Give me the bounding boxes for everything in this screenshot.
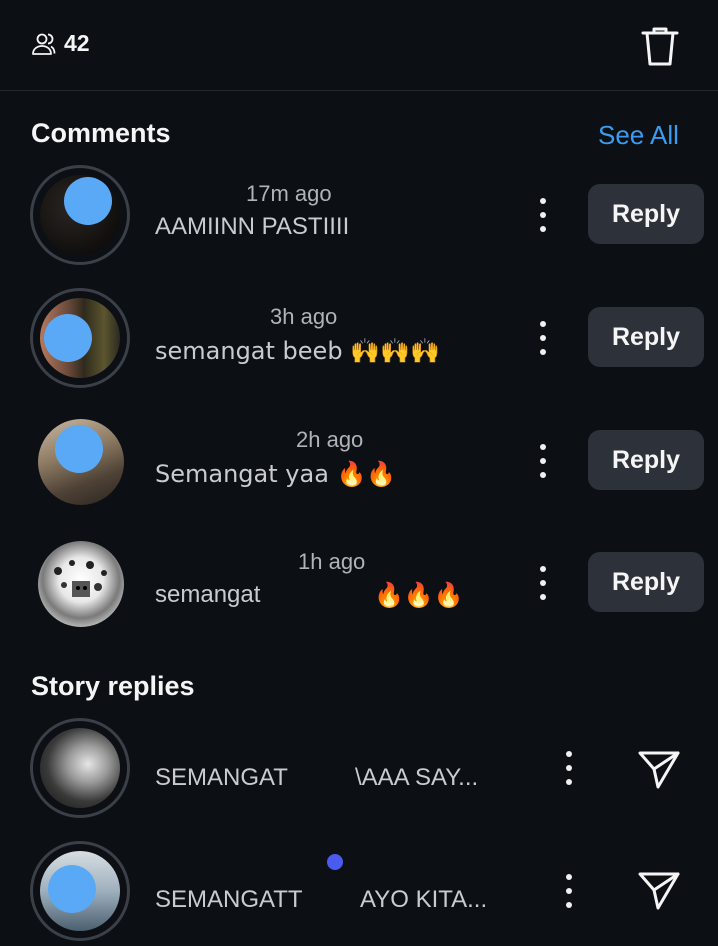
- viewer-count: 42: [64, 30, 90, 56]
- more-options-icon[interactable]: [538, 321, 548, 355]
- avatar[interactable]: [30, 165, 130, 265]
- avatar[interactable]: [30, 288, 130, 388]
- comment-time: 3h ago: [270, 304, 338, 329]
- story-reply-row: SEMANGAT \AAA SAY...: [0, 713, 718, 823]
- story-reply-text-continued: \AAA SAY...: [355, 764, 479, 791]
- story-reply-text-continued: AYO KITA...: [360, 886, 488, 913]
- avatar[interactable]: [30, 841, 130, 941]
- more-options-icon[interactable]: [564, 874, 574, 908]
- more-options-icon[interactable]: [538, 444, 548, 478]
- top-bar: 42: [0, 0, 718, 91]
- unread-indicator: [327, 854, 343, 870]
- story-reply-row: SEMANGATT AYO KITA...: [0, 836, 718, 946]
- comment-time: 2h ago: [296, 427, 364, 452]
- comment-time: 1h ago: [298, 549, 366, 574]
- comment-row: 1h ago semangat 🔥🔥🔥 Reply: [0, 528, 718, 638]
- comment-emoji: 🔥🔥🔥: [374, 581, 464, 609]
- reply-button[interactable]: Reply: [588, 552, 704, 612]
- reply-button[interactable]: Reply: [588, 184, 704, 244]
- comment-text: semangat: [155, 581, 261, 608]
- send-icon[interactable]: [636, 867, 682, 913]
- comment-row: 17m ago AAMIINN PASTIIII Reply: [0, 160, 718, 270]
- comment-text: Semangat yaa 🔥🔥: [155, 460, 397, 488]
- comment-time: 17m ago: [246, 181, 332, 206]
- people-icon: [32, 33, 56, 55]
- story-reply-text: SEMANGAT: [155, 764, 288, 791]
- avatar[interactable]: [38, 419, 124, 505]
- comment-text: AAMIINN PASTIIII: [155, 213, 350, 240]
- more-options-icon[interactable]: [538, 198, 548, 232]
- reply-button[interactable]: Reply: [588, 307, 704, 367]
- avatar[interactable]: [30, 718, 130, 818]
- avatar[interactable]: [38, 541, 124, 627]
- see-all-link[interactable]: See All: [598, 120, 679, 151]
- comment-text: semangat beeb 🙌🙌🙌: [155, 337, 440, 365]
- more-options-icon[interactable]: [538, 566, 548, 600]
- comments-title: Comments: [31, 118, 171, 148]
- more-options-icon[interactable]: [564, 751, 574, 785]
- comment-row: 3h ago semangat beeb 🙌🙌🙌 Reply: [0, 283, 718, 393]
- story-reply-text: SEMANGATT: [155, 886, 303, 913]
- comment-row: 2h ago Semangat yaa 🔥🔥 Reply: [0, 406, 718, 516]
- reply-button[interactable]: Reply: [588, 430, 704, 490]
- trash-icon[interactable]: [638, 24, 682, 68]
- viewer-count-button[interactable]: 42: [30, 30, 90, 57]
- send-icon[interactable]: [636, 746, 682, 792]
- story-replies-title: Story replies: [31, 671, 195, 701]
- avatar-image: [54, 560, 107, 597]
